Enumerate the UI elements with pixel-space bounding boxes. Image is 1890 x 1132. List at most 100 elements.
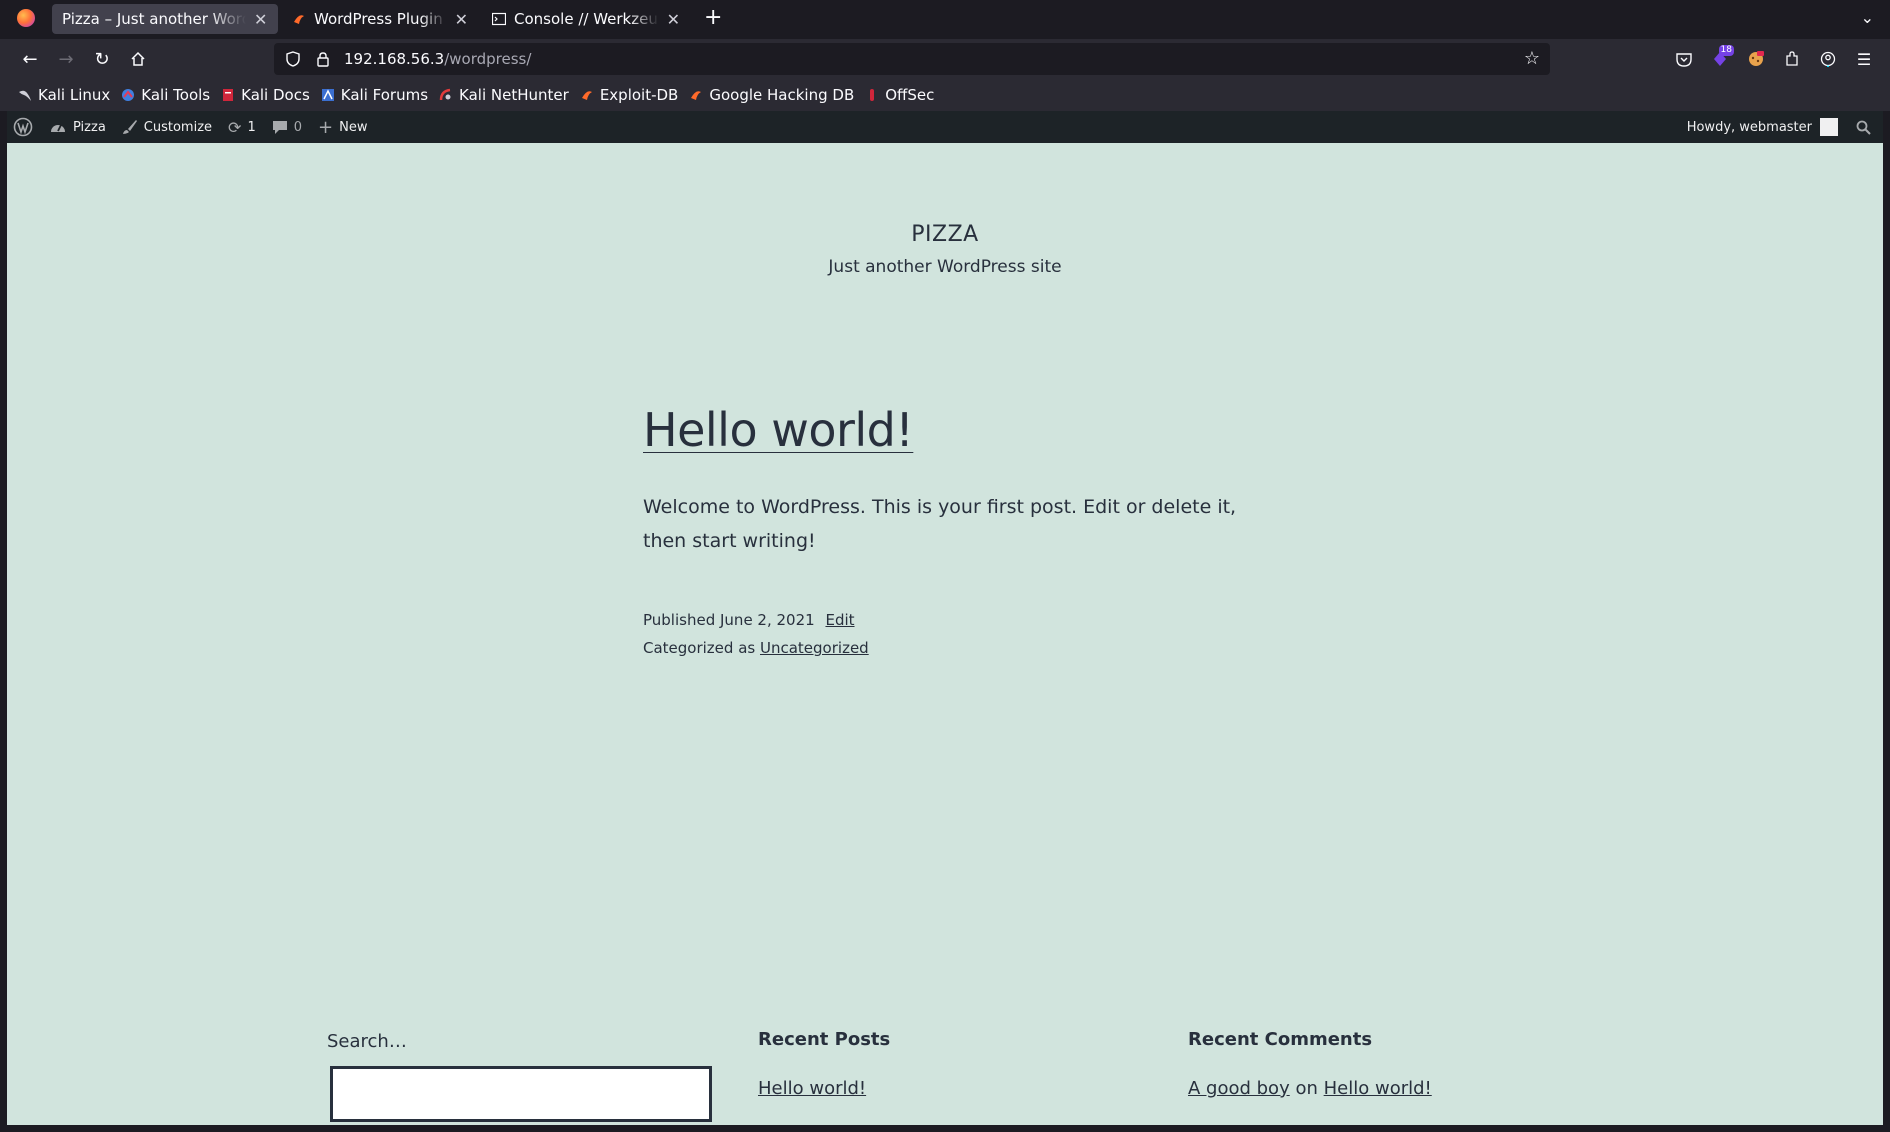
admin-site-name[interactable]: Pizza xyxy=(41,111,114,143)
bookmarks-toolbar: Kali Linux Kali Tools Kali Docs Kali For… xyxy=(0,79,1890,111)
bookmark-label: Kali Forums xyxy=(340,86,429,104)
address-bar[interactable]: 192.168.56.3/wordpress/ ☆ xyxy=(274,43,1550,75)
exploit-db-icon xyxy=(581,91,592,100)
firefox-icon[interactable] xyxy=(0,0,52,36)
tab-bar: Pizza – Just another WordPre ✕ WordPress… xyxy=(0,0,1890,36)
tab-werkzeug-console[interactable]: Console // Werkzeug Deb ✕ xyxy=(482,4,690,34)
toolbar-icons: 18 ☰ xyxy=(1666,39,1890,79)
avatar xyxy=(1820,118,1838,136)
plus-icon: + xyxy=(318,116,334,138)
bookmark-label: Google Hacking DB xyxy=(709,86,855,104)
admin-bar-secondary: Howdy, webmaster xyxy=(1679,111,1883,143)
admin-new-content[interactable]: + New xyxy=(310,111,375,143)
window-frame-right xyxy=(1883,111,1890,1132)
bookmark-label: Exploit-DB xyxy=(599,86,679,104)
published-prefix: Published xyxy=(643,611,716,629)
tab-pizza[interactable]: Pizza – Just another WordPre ✕ xyxy=(52,4,278,34)
chevron-down-icon[interactable]: ⌄ xyxy=(1861,8,1874,27)
admin-comments[interactable]: 0 xyxy=(264,111,310,143)
updates-icon: ⟳ xyxy=(228,117,242,137)
hamburger-menu-icon[interactable]: ☰ xyxy=(1846,43,1882,75)
account-icon[interactable] xyxy=(1810,43,1846,75)
window-frame-bottom xyxy=(0,1125,1890,1132)
comment-author-link[interactable]: A good boy xyxy=(1188,1078,1290,1099)
forward-button[interactable]: → xyxy=(48,43,84,75)
bookmark-label: Kali Tools xyxy=(141,86,211,104)
extensions-icon[interactable] xyxy=(1774,43,1810,75)
window-frame-left xyxy=(0,111,7,1132)
site-description: Just another WordPress site xyxy=(828,257,1062,277)
kali-forums-icon xyxy=(321,89,334,101)
bookmark-label: OffSec xyxy=(885,86,935,104)
close-tab-icon[interactable]: ✕ xyxy=(667,10,680,29)
kali-dragon-icon xyxy=(19,90,31,101)
tab-wp-plugin[interactable]: WordPress Plugin cp-mul ✕ xyxy=(282,4,478,34)
bookmark-kali-docs[interactable]: Kali Docs xyxy=(221,86,310,104)
bookmark-google-hacking-db[interactable]: Google Hacking DB xyxy=(689,86,854,104)
bookmark-label: Kali Linux xyxy=(38,86,111,104)
kali-docs-icon xyxy=(223,89,234,101)
bookmark-star-icon[interactable]: ☆ xyxy=(1524,48,1540,69)
page-content: PIZZA Just another WordPress site Hello … xyxy=(7,143,1883,1125)
bookmark-kali-forums[interactable]: Kali Forums xyxy=(321,86,428,104)
comments-count: 0 xyxy=(293,119,302,135)
category-link[interactable]: Uncategorized xyxy=(760,639,869,657)
recent-comments-heading: Recent Comments xyxy=(1188,1029,1373,1050)
bookmark-kali-linux[interactable]: Kali Linux xyxy=(18,86,110,104)
bookmark-exploit-db[interactable]: Exploit-DB xyxy=(580,86,679,104)
wp-admin-bar: Pizza Customize ⟳ 1 0 + New Howdy, webma… xyxy=(7,111,1883,143)
bookmark-kali-nethunter[interactable]: Kali NetHunter xyxy=(439,86,569,104)
back-button[interactable]: ← xyxy=(12,43,48,75)
admin-updates[interactable]: ⟳ 1 xyxy=(220,111,264,143)
search-input[interactable] xyxy=(330,1066,712,1122)
home-button[interactable] xyxy=(120,43,156,75)
search-widget-label: Search… xyxy=(327,1031,407,1052)
bookmark-kali-tools[interactable]: Kali Tools xyxy=(121,86,210,104)
edit-link[interactable]: Edit xyxy=(825,611,854,629)
my-account[interactable]: Howdy, webmaster xyxy=(1679,111,1848,143)
comment-post-link[interactable]: Hello world! xyxy=(1324,1078,1432,1099)
published-date: June 2, 2021 xyxy=(720,611,815,629)
recent-post-link[interactable]: Hello world! xyxy=(758,1078,866,1099)
admin-customize[interactable]: Customize xyxy=(114,111,220,143)
admin-search[interactable] xyxy=(1848,111,1883,143)
comment-icon xyxy=(272,121,287,134)
close-tab-icon[interactable]: ✕ xyxy=(254,10,267,29)
bookmark-offsec[interactable]: OffSec xyxy=(865,86,934,104)
wordpress-logo-icon[interactable] xyxy=(7,111,41,143)
terminal-icon xyxy=(492,12,506,26)
extension-badge-icon[interactable]: 18 xyxy=(1702,43,1738,75)
customize-label: Customize xyxy=(143,119,213,135)
new-tab-button[interactable]: + xyxy=(704,7,722,29)
search-icon xyxy=(1856,120,1871,135)
lock-icon[interactable] xyxy=(312,48,334,70)
site-title[interactable]: PIZZA xyxy=(7,222,1883,247)
tab-title: Console // Werkzeug Deb xyxy=(514,10,659,28)
kali-tools-icon xyxy=(122,89,135,101)
url-host: 192.168.56.3 xyxy=(344,50,445,68)
pocket-icon[interactable] xyxy=(1666,43,1702,75)
categorized-prefix: Categorized as xyxy=(643,639,756,657)
post-meta-category: Categorized as Uncategorized xyxy=(643,639,869,657)
url-text: 192.168.56.3/wordpress/ xyxy=(344,50,531,68)
exploit-db-icon xyxy=(294,15,304,24)
extension-badge-count: 18 xyxy=(1718,45,1734,56)
close-tab-icon[interactable]: ✕ xyxy=(455,10,468,29)
paintbrush-icon xyxy=(122,120,137,134)
exploit-db-icon xyxy=(691,91,702,100)
shield-icon[interactable] xyxy=(282,48,304,70)
dashboard-icon xyxy=(51,124,65,132)
recent-posts-heading: Recent Posts xyxy=(758,1029,891,1050)
home-icon xyxy=(131,51,145,66)
cookie-extension-icon[interactable] xyxy=(1738,43,1774,75)
post-title[interactable]: Hello world! xyxy=(643,403,914,457)
post-content: Welcome to WordPress. This is your first… xyxy=(643,496,1237,552)
nethunter-icon xyxy=(439,88,451,101)
offsec-icon xyxy=(870,89,875,101)
updates-count: 1 xyxy=(247,119,256,135)
reload-button[interactable]: ↻ xyxy=(84,43,120,75)
tab-title: Pizza – Just another WordPre xyxy=(62,10,246,28)
tab-title: WordPress Plugin cp-mul xyxy=(314,10,447,28)
bookmark-label: Kali NetHunter xyxy=(459,86,569,104)
comment-on-text: on xyxy=(1295,1078,1318,1099)
